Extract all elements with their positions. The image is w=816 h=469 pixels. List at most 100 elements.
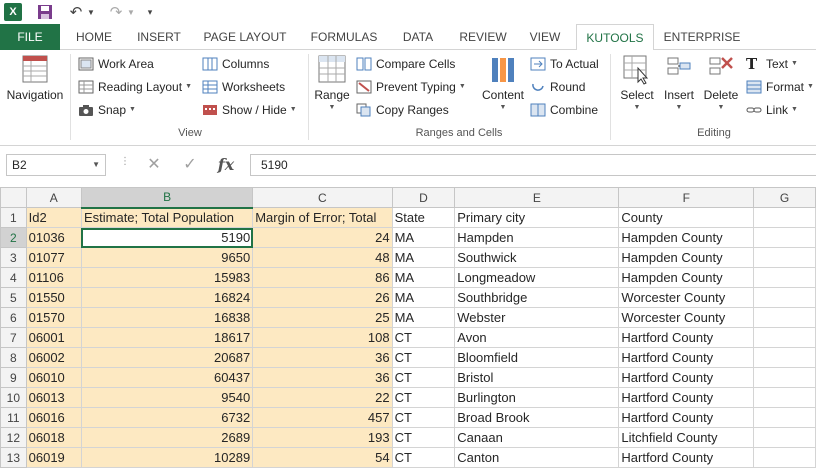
cell-b9[interactable]: 60437 — [80, 367, 254, 388]
cell-f12[interactable]: Litchfield County — [618, 427, 755, 448]
cell-g4[interactable] — [753, 267, 816, 288]
cell-d1[interactable]: State — [391, 207, 456, 228]
row-header[interactable]: 5 — [0, 287, 27, 308]
cell-f11[interactable]: Hartford County — [618, 407, 755, 428]
row-header[interactable]: 12 — [0, 427, 27, 448]
cell-c11[interactable]: 457 — [252, 407, 393, 428]
cell-b13[interactable]: 10289 — [80, 447, 254, 468]
cell-a3[interactable]: 01077 — [25, 247, 82, 268]
cell-e12[interactable]: Canaan — [454, 427, 620, 448]
column-header-b[interactable]: B — [80, 187, 254, 209]
cell-e13[interactable]: Canton — [454, 447, 620, 468]
cell-a13[interactable]: 06019 — [25, 447, 82, 468]
cell-a1[interactable]: Id2 — [25, 207, 82, 228]
insert-button[interactable]: Insert ▼ — [660, 54, 698, 111]
formula-bar-grip[interactable]: ⋮ — [120, 156, 130, 167]
to-actual-button[interactable]: To Actual — [530, 54, 599, 74]
chevron-down-icon[interactable]: ▼ — [92, 155, 100, 175]
cell-c10[interactable]: 22 — [252, 387, 393, 408]
cell-g9[interactable] — [753, 367, 816, 388]
content-button[interactable]: Content ▼ — [478, 54, 528, 111]
cell-a4[interactable]: 01106 — [25, 267, 82, 288]
cell-b3[interactable]: 9650 — [80, 247, 254, 268]
undo-dropdown-icon[interactable]: ▼ — [86, 3, 96, 21]
tab-enterprise[interactable]: ENTERPRISE — [660, 24, 744, 50]
cell-b1[interactable]: Estimate; Total Population — [80, 207, 254, 228]
tab-home[interactable]: HOME — [64, 24, 124, 50]
customize-toolbar-icon[interactable]: ▾ — [144, 3, 156, 21]
snap-button[interactable]: Snap ▼ — [78, 100, 136, 120]
tab-insert[interactable]: INSERT — [128, 24, 190, 50]
formula-input[interactable]: 5190 — [250, 154, 816, 176]
cell-c9[interactable]: 36 — [252, 367, 393, 388]
cell-b4[interactable]: 15983 — [80, 267, 254, 288]
cell-f13[interactable]: Hartford County — [618, 447, 755, 468]
cell-e1[interactable]: Primary city — [454, 207, 620, 228]
cell-g5[interactable] — [753, 287, 816, 308]
confirm-icon[interactable]: ✓ — [180, 155, 200, 175]
row-header[interactable]: 2 — [0, 227, 27, 248]
cell-d11[interactable]: CT — [391, 407, 456, 428]
excel-icon[interactable]: X — [4, 3, 22, 21]
cell-f2[interactable]: Hampden County — [618, 227, 755, 248]
row-header[interactable]: 4 — [0, 267, 27, 288]
cell-c13[interactable]: 54 — [252, 447, 393, 468]
compare-cells-button[interactable]: Compare Cells — [356, 54, 455, 74]
cell-f9[interactable]: Hartford County — [618, 367, 755, 388]
cell-e7[interactable]: Avon — [454, 327, 620, 348]
cell-d6[interactable]: MA — [391, 307, 456, 328]
cell-a10[interactable]: 06013 — [25, 387, 82, 408]
tab-page-layout[interactable]: PAGE LAYOUT — [196, 24, 294, 50]
cell-g1[interactable] — [753, 207, 816, 228]
tab-kutools[interactable]: KUTOOLS — [576, 24, 654, 51]
cell-g10[interactable] — [753, 387, 816, 408]
cell-e8[interactable]: Bloomfield — [454, 347, 620, 368]
cell-c3[interactable]: 48 — [252, 247, 393, 268]
cell-f10[interactable]: Hartford County — [618, 387, 755, 408]
cell-b6[interactable]: 16838 — [80, 307, 254, 328]
cell-c7[interactable]: 108 — [252, 327, 393, 348]
cell-c6[interactable]: 25 — [252, 307, 393, 328]
cell-a5[interactable]: 01550 — [25, 287, 82, 308]
row-header[interactable]: 10 — [0, 387, 27, 408]
cell-f5[interactable]: Worcester County — [618, 287, 755, 308]
cell-c1[interactable]: Margin of Error; Total — [252, 207, 393, 228]
column-header-c[interactable]: C — [252, 187, 393, 208]
prevent-typing-button[interactable]: Prevent Typing ▼ — [356, 77, 466, 97]
cell-d10[interactable]: CT — [391, 387, 456, 408]
cell-e4[interactable]: Longmeadow — [454, 267, 620, 288]
columns-button[interactable]: Columns — [202, 54, 269, 74]
cell-g2[interactable] — [753, 227, 816, 248]
cell-d13[interactable]: CT — [391, 447, 456, 468]
cell-d2[interactable]: MA — [391, 227, 456, 248]
cell-b2[interactable]: 5190 — [80, 227, 254, 248]
cell-b12[interactable]: 2689 — [80, 427, 254, 448]
cell-e10[interactable]: Burlington — [454, 387, 620, 408]
cell-g12[interactable] — [753, 427, 816, 448]
cell-f7[interactable]: Hartford County — [618, 327, 755, 348]
cell-b5[interactable]: 16824 — [80, 287, 254, 308]
insert-function-icon[interactable]: fx — [216, 155, 236, 175]
row-header[interactable]: 8 — [0, 347, 27, 368]
cell-a11[interactable]: 06016 — [25, 407, 82, 428]
cell-g3[interactable] — [753, 247, 816, 268]
tab-file[interactable]: FILE — [0, 24, 60, 50]
row-header[interactable]: 1 — [0, 207, 27, 228]
select-all-corner[interactable] — [0, 187, 27, 208]
cell-c2[interactable]: 24 — [252, 227, 393, 248]
column-header-d[interactable]: D — [391, 187, 456, 208]
column-header-f[interactable]: F — [618, 187, 755, 208]
column-header-g[interactable]: G — [753, 187, 816, 208]
cell-d5[interactable]: MA — [391, 287, 456, 308]
cell-b8[interactable]: 20687 — [80, 347, 254, 368]
cell-e9[interactable]: Bristol — [454, 367, 620, 388]
tab-view[interactable]: VIEW — [520, 24, 570, 50]
range-button[interactable]: Range ▼ — [312, 54, 352, 111]
round-button[interactable]: Round — [530, 77, 585, 97]
cell-e3[interactable]: Southwick — [454, 247, 620, 268]
copy-ranges-button[interactable]: Copy Ranges — [356, 100, 449, 120]
cell-a2[interactable]: 01036 — [25, 227, 82, 248]
cell-a12[interactable]: 06018 — [25, 427, 82, 448]
cell-b11[interactable]: 6732 — [80, 407, 254, 428]
work-area-button[interactable]: Work Area — [78, 54, 154, 74]
